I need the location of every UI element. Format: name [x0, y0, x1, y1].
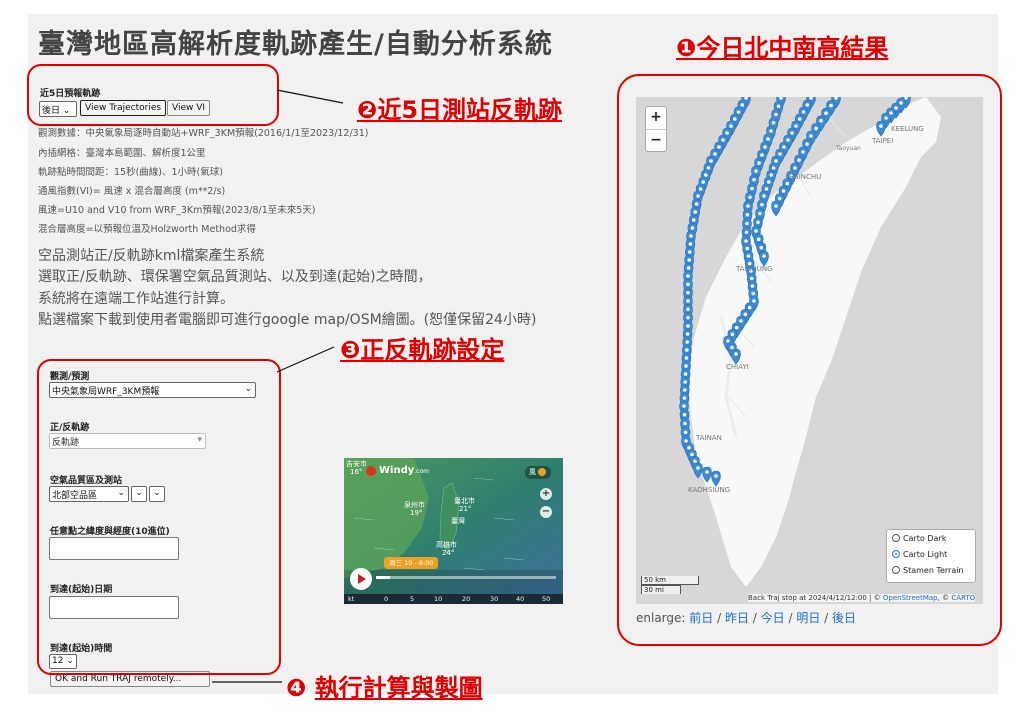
callout-3: ❸正反軌跡設定: [340, 336, 505, 364]
callout-2: ❷近5日測站反軌跡: [357, 96, 563, 124]
callout-4: ❹ 執行計算與製圖: [286, 674, 483, 702]
callout-1: ❶今日北中南高結果: [676, 34, 889, 62]
